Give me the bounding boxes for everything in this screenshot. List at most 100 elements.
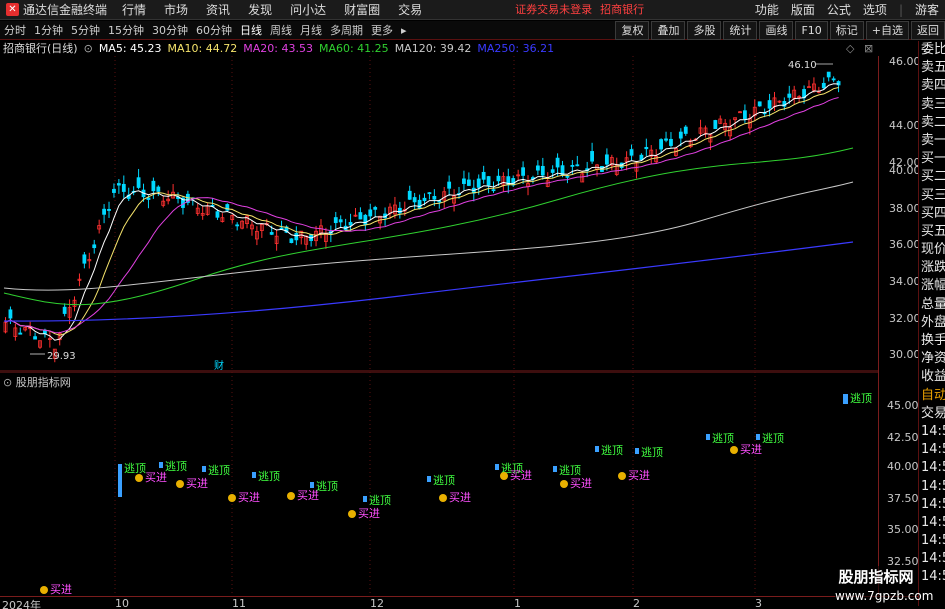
escape-bar [252, 472, 256, 478]
panel-item[interactable]: 收益 [919, 368, 945, 386]
kline-chart[interactable]: 46.10 29.93 财 [0, 56, 918, 372]
money-bag-icon [228, 494, 236, 502]
settings-dropdown-icon[interactable]: ⊙ [84, 42, 93, 55]
panel-item[interactable]: 买四 [919, 205, 945, 223]
money-bag-icon [176, 480, 184, 488]
panel-item[interactable]: 外盘 [919, 314, 945, 332]
price-tick: 46.00 [889, 55, 921, 68]
tab-monthly[interactable]: 月线 [296, 21, 326, 40]
panel-item[interactable]: 涨幅 [919, 277, 945, 295]
panel-item[interactable]: 涨跌 [919, 259, 945, 277]
menu-formula[interactable]: 公式 [821, 0, 857, 20]
multi-stock-button[interactable]: 多股 [687, 20, 722, 40]
back-button[interactable]: 返回 [911, 20, 945, 40]
draw-line-button[interactable]: 画线 [759, 20, 794, 40]
panel-item[interactable]: 卖二 [919, 114, 945, 132]
more-chevron-icon[interactable]: ▸ [397, 21, 411, 40]
candle-body [279, 227, 284, 230]
add-favorite-button[interactable]: +自选 [865, 20, 909, 40]
panel-item[interactable]: 卖一 [919, 132, 945, 150]
watermark-title: 股朋指标网 [838, 568, 914, 586]
menu-separator: | [898, 2, 903, 17]
menu-function[interactable]: 功能 [749, 0, 785, 20]
login-notice[interactable]: 证券交易未登录 [511, 0, 596, 20]
candle-body [664, 138, 668, 141]
trade-tab[interactable]: 交易 [919, 405, 945, 423]
indicator-chart[interactable]: 逃顶 逃顶 逃顶 逃顶逃顶逃顶逃顶逃顶 逃顶逃顶 逃顶逃顶 逃顶逃顶买进 买进买进 买进买进买进… [0, 372, 918, 596]
panel-item[interactable]: 换手 [919, 332, 945, 350]
candle-body [683, 126, 688, 134]
buy-signal-label: 买进 [449, 491, 471, 504]
candle-body [107, 209, 111, 211]
menu-guest[interactable]: 游客 [909, 0, 945, 20]
panel-item[interactable]: 卖三 [919, 96, 945, 114]
candle-body [496, 175, 501, 182]
candle-body [540, 165, 545, 176]
menu-options[interactable]: 选项 [857, 0, 893, 20]
tab-daily[interactable]: 日线 [236, 21, 266, 40]
tab-60min[interactable]: 60分钟 [192, 21, 236, 40]
mark-button[interactable]: 标记 [829, 20, 864, 40]
indicator-axis: 45.00 42.50 40.00 37.50 35.00 32.50 [878, 372, 919, 596]
panel-item[interactable]: 总量 [919, 296, 945, 314]
candle-body [338, 219, 343, 223]
tab-30min[interactable]: 30分钟 [148, 21, 192, 40]
price-tick: 44.00 [889, 119, 921, 132]
panel-item[interactable]: 买二 [919, 168, 945, 186]
diamond-icon[interactable]: ◇ [846, 42, 854, 55]
candle-body [743, 110, 747, 120]
menu-wealth[interactable]: 财富圈 [335, 0, 389, 20]
tab-5min[interactable]: 5分钟 [67, 21, 104, 40]
candle-body [476, 178, 481, 188]
ma5-value: MA5: 45.23 [98, 41, 162, 55]
statistics-button[interactable]: 统计 [723, 20, 758, 40]
stock-title: 招商银行(日线) [3, 42, 78, 55]
panel-item[interactable]: 卖五 [919, 59, 945, 77]
tab-15min[interactable]: 15分钟 [104, 21, 148, 40]
quote-side-panel: 委比 卖五 卖四 卖三 卖二 卖一 买一 买二 买三 买四 买五 现价 涨跌 涨… [918, 41, 945, 606]
menu-news[interactable]: 资讯 [197, 0, 239, 20]
indicator-tick: 35.00 [887, 523, 919, 536]
candle-body [427, 192, 432, 195]
candle-body [713, 120, 718, 130]
panel-item[interactable]: 委比 [919, 41, 945, 59]
date-axis: 2024年 10 11 12 1 2 3 [0, 596, 918, 609]
tab-1min[interactable]: 1分钟 [30, 21, 67, 40]
adjust-button[interactable]: 复权 [615, 20, 650, 40]
panel-item[interactable]: 买一 [919, 150, 945, 168]
tick-time: 14:56 [921, 423, 945, 439]
tab-multi-period[interactable]: 多周期 [326, 21, 367, 40]
tab-more[interactable]: 更多 [367, 21, 397, 40]
tick-time: 14:56 [921, 551, 945, 567]
f10-button[interactable]: F10 [795, 20, 828, 40]
auto-trade-tab[interactable]: 自动 [919, 387, 945, 405]
menu-discover[interactable]: 发现 [239, 0, 281, 20]
panel-item[interactable]: 净资 [919, 350, 945, 368]
close-panel-icon[interactable]: ⊠ [864, 42, 873, 55]
buy-signal-label: 买进 [297, 489, 319, 502]
tab-weekly[interactable]: 周线 [266, 21, 296, 40]
ma120-value: MA120: 39.42 [394, 41, 472, 55]
candle-body [447, 181, 452, 189]
ma20-value: MA20: 43.53 [243, 41, 313, 55]
candle-body [18, 332, 23, 335]
overlay-button[interactable]: 叠加 [651, 20, 686, 40]
candle-body [678, 131, 683, 139]
candle-body [102, 208, 106, 215]
panel-item[interactable]: 卖四 [919, 77, 945, 95]
menu-trade[interactable]: 交易 [389, 0, 431, 20]
candle-body [669, 138, 673, 146]
menu-market[interactable]: 市场 [155, 0, 197, 20]
price-tick: 38.00 [889, 202, 921, 215]
candle-body [348, 222, 353, 226]
menu-layout[interactable]: 版面 [785, 0, 821, 20]
panel-item[interactable]: 买三 [919, 187, 945, 205]
buy-signal-label: 买进 [145, 471, 167, 484]
escape-bar [310, 482, 314, 488]
panel-item[interactable]: 买五 [919, 223, 945, 241]
panel-item[interactable]: 现价 [919, 241, 945, 259]
menu-quotes[interactable]: 行情 [113, 0, 155, 20]
tab-timeshare[interactable]: 分时 [0, 21, 30, 40]
low-price-label: 29.93 [47, 351, 76, 362]
menu-ask[interactable]: 问小达 [281, 0, 335, 20]
